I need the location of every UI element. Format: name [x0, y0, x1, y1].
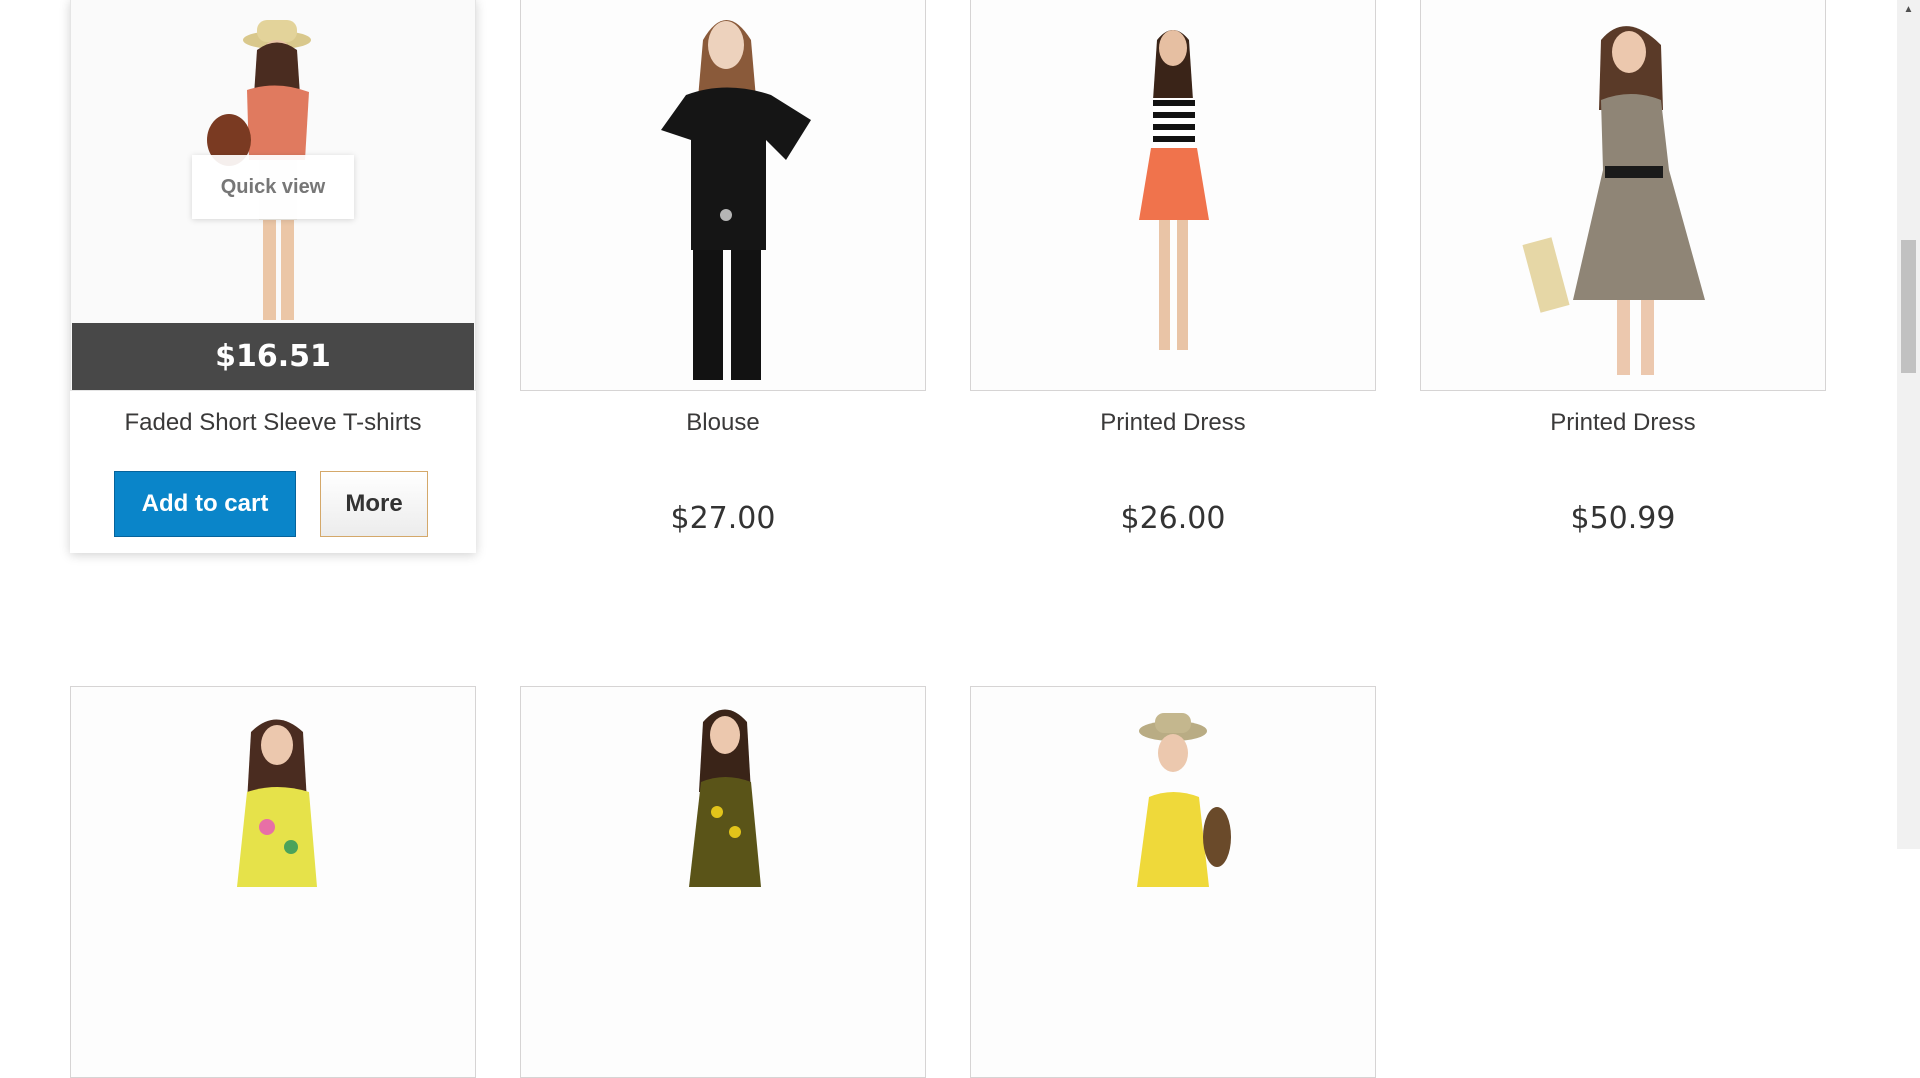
product-name-link[interactable]: Blouse	[520, 409, 926, 437]
product-grid: $16.51 Quick view Faded Short Sleeve T-s…	[0, 0, 1897, 1078]
product-image	[971, 687, 1375, 1077]
more-button[interactable]: More	[320, 471, 428, 537]
product-image	[71, 687, 475, 1077]
product-image-link[interactable]	[520, 686, 926, 1078]
product-name-link[interactable]: Faded Short Sleeve T-shirts	[70, 409, 476, 437]
product-card-faded-short-sleeve-tshirts[interactable]: $16.51 Quick view Faded Short Sleeve T-s…	[70, 0, 476, 553]
product-price: $27.00	[670, 501, 776, 536]
triangle-up-icon[interactable]: ▲	[1897, 0, 1920, 18]
product-image	[1421, 0, 1825, 390]
product-image-link[interactable]	[970, 686, 1376, 1078]
product-name-link[interactable]: Printed Dress	[970, 409, 1376, 437]
product-name-link[interactable]: Printed Dress	[1420, 409, 1826, 437]
product-image	[521, 687, 925, 1077]
scrollbar-thumb[interactable]	[1901, 240, 1916, 373]
product-image	[971, 0, 1375, 390]
vertical-scrollbar[interactable]: ▲	[1897, 0, 1920, 849]
product-image-link[interactable]	[70, 686, 476, 1078]
product-image-link[interactable]	[970, 0, 1376, 391]
product-price: $26.00	[1120, 501, 1226, 536]
quick-view-button[interactable]: Quick view	[192, 155, 354, 219]
product-price: $50.99	[1570, 501, 1676, 536]
price-overlay: $16.51	[72, 323, 474, 390]
product-image-link[interactable]	[1420, 0, 1826, 391]
product-image-link[interactable]	[520, 0, 926, 391]
add-to-cart-button[interactable]: Add to cart	[114, 471, 296, 537]
product-image	[521, 0, 925, 390]
